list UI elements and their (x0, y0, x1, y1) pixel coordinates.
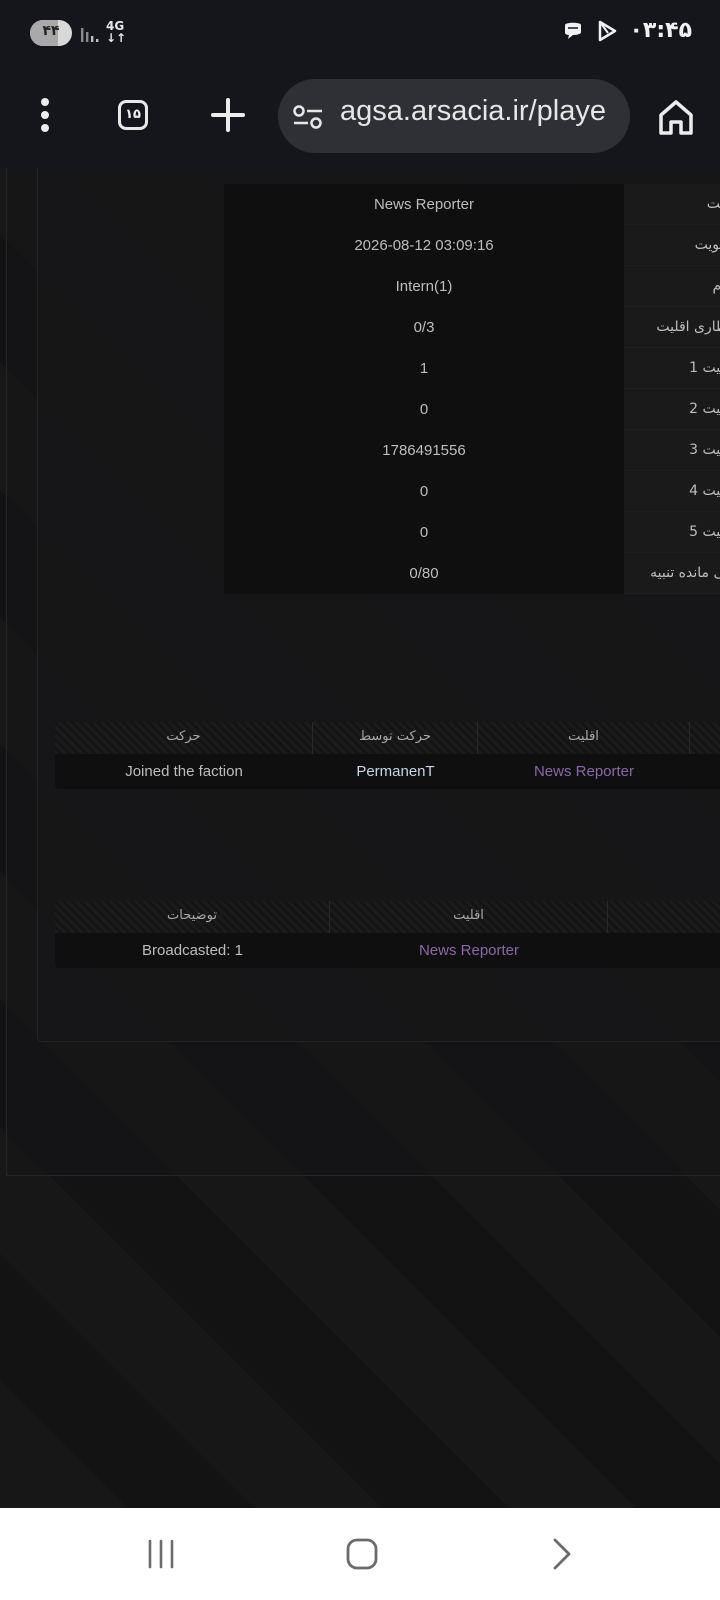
tune-icon[interactable] (292, 103, 324, 131)
menu-dots-icon[interactable] (30, 94, 60, 136)
signal-icon (81, 28, 99, 42)
tab-count: ۱۵ (125, 107, 141, 122)
browser-toolbar: ۱۵ agsa.arsacia.ir/playe (0, 64, 720, 169)
home-nav-icon[interactable] (344, 1536, 380, 1572)
faction-link[interactable]: News Reporter (330, 933, 608, 968)
network-type: 4G ↓↑ (106, 19, 127, 45)
chat-icon (565, 22, 582, 39)
system-navigation-bar (0, 1508, 720, 1600)
info-row: 0 قابلیت 4 (224, 471, 720, 512)
info-row: 0/3 اخطاری اقلیت (224, 307, 720, 348)
recent-apps-icon[interactable] (146, 1538, 176, 1570)
faction-info-table: News Reporter اقلیت 2026-08-12 03:09:16 … (224, 184, 720, 594)
info-row: 1786491556 قابلیت 3 (224, 430, 720, 471)
status-bar: ۴۴ 4G ↓↑ ۰۳:۴۵ (0, 0, 720, 64)
activity-log-table: توضیحات اقلیت Broadcasted: 1 News Report… (55, 901, 720, 968)
plus-icon[interactable] (210, 97, 246, 133)
info-row: 0 قابلیت 5 (224, 512, 720, 553)
info-row: 2026-08-12 03:09:16 عضویت (224, 225, 720, 266)
table-row: Joined the faction PermanenT News Report… (55, 754, 720, 789)
tabs-icon[interactable]: ۱۵ (118, 100, 148, 130)
address-bar[interactable]: agsa.arsacia.ir/playe (278, 79, 630, 153)
table-header: حرکت حرکت توسط اقلیت (55, 722, 720, 754)
info-row: News Reporter اقلیت (224, 184, 720, 225)
clock: ۰۳:۴۵ (629, 18, 692, 43)
battery-indicator: ۴۴ (30, 20, 72, 46)
battery-level: ۴۴ (42, 23, 60, 39)
page-content: News Reporter اقلیت 2026-08-12 03:09:16 … (0, 168, 720, 1508)
back-icon[interactable] (548, 1536, 576, 1572)
info-row: 1 قابلیت 1 (224, 348, 720, 389)
info-row: 0 قابلیت 2 (224, 389, 720, 430)
info-row: Intern(1) مقام (224, 266, 720, 307)
faction-log-table: حرکت حرکت توسط اقلیت Joined the faction … (55, 722, 720, 789)
info-row: 0/80 باقی مانده تنبیه (224, 553, 720, 594)
play-store-icon (599, 20, 617, 41)
table-header: توضیحات اقلیت (55, 901, 720, 933)
faction-link[interactable]: News Reporter (478, 754, 690, 789)
home-icon[interactable] (656, 97, 696, 137)
url-text[interactable]: agsa.arsacia.ir/playe (340, 95, 606, 128)
user-link[interactable]: PermanenT (313, 754, 478, 789)
table-row: Broadcasted: 1 News Reporter (55, 933, 720, 968)
